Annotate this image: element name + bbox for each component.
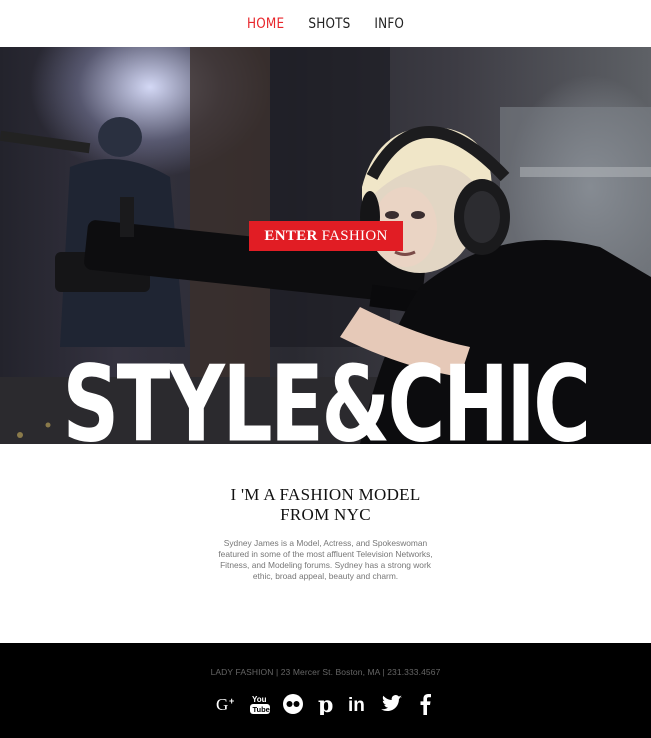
svg-text:You: You [252,695,267,704]
svg-text:G: G [216,696,228,712]
about-title-line2: FROM NYC [280,505,371,524]
twitter-icon[interactable] [380,693,403,715]
nav-info-link[interactable]: INFO [375,16,405,32]
enter-fashion-bold-label: ENTER [264,227,318,244]
footer: LADY FASHION | 23 Mercer St. Boston, MA … [0,643,651,738]
hero-banner: ENTER FASHION STYLE&CHIC [0,47,651,444]
top-nav: HOME SHOTS INFO [0,0,651,47]
svg-text:in: in [348,695,365,714]
enter-fashion-button[interactable]: ENTER FASHION [249,221,403,251]
nav-shots-link[interactable]: SHOTS [309,16,351,32]
svg-text:+: + [229,696,234,706]
facebook-icon[interactable] [414,693,436,715]
footer-address: LADY FASHION | 23 Mercer St. Boston, MA … [210,667,441,677]
about-body: Sydney James is a Model, Actress, and Sp… [218,538,433,581]
svg-text:p: p [318,693,333,715]
about-title: I 'M A FASHION MODEL FROM NYC [0,485,651,525]
linkedin-icon[interactable]: in [348,693,370,715]
about-section: I 'M A FASHION MODEL FROM NYC Sydney Jam… [0,444,651,643]
nav-home-link[interactable]: HOME [247,16,284,32]
about-title-line1: I 'M A FASHION MODEL [230,485,421,504]
google-plus-icon[interactable]: G + [216,693,238,715]
social-links: G + You Tube p in [0,693,651,715]
flickr-icon[interactable] [282,693,304,715]
enter-fashion-light-label: FASHION [321,227,388,244]
youtube-icon[interactable]: You Tube [249,693,271,715]
hero-headline: STYLE&CHIC [62,342,591,444]
svg-text:Tube: Tube [252,705,269,714]
pinterest-icon[interactable]: p [315,693,337,715]
